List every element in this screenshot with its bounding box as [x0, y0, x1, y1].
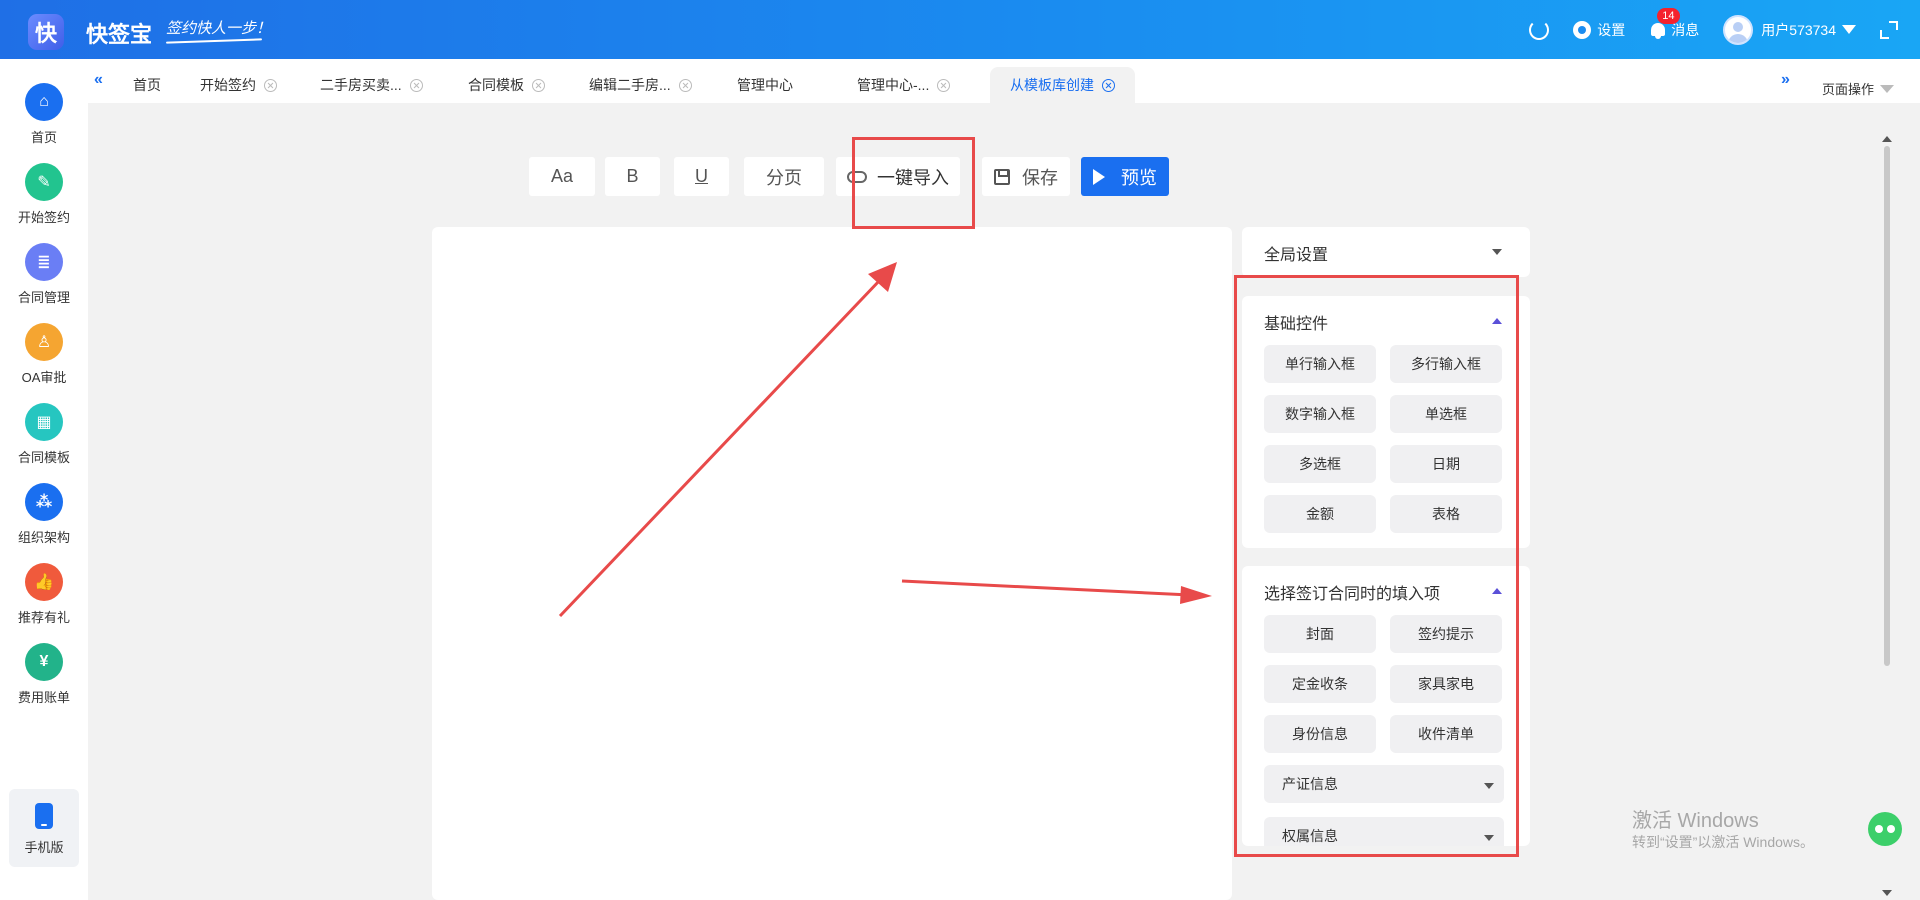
messages-badge: 14 — [1657, 7, 1680, 24]
preview-label: 预览 — [1121, 167, 1157, 188]
sidebar-item-label: 开始签约 — [17, 210, 70, 225]
tab-label: 管理中心-... — [857, 77, 930, 93]
user-menu[interactable]: 用户573734 — [1723, 14, 1856, 45]
scroll-up-icon[interactable] — [1882, 136, 1892, 142]
page-break-button[interactable]: 分页 — [744, 157, 824, 196]
tab-label: 编辑二手房... — [589, 77, 671, 93]
sidebar-item-label: 合同管理 — [17, 290, 70, 305]
sidebar-item-oa[interactable]: ♙ OA审批 — [0, 323, 88, 386]
sidebar-item-label: 费用账单 — [17, 690, 70, 705]
refresh-icon — [1529, 19, 1550, 40]
chevron-down-icon — [1880, 84, 1894, 93]
underline-label: U — [695, 166, 708, 186]
tab-admin-center-sub[interactable]: 管理中心-... — [845, 67, 962, 103]
close-icon[interactable] — [937, 78, 951, 92]
tabs-scroll-right-icon[interactable]: » — [1781, 71, 1790, 89]
org-icon: ⁂ — [25, 483, 63, 521]
tab-second-hand-contract[interactable]: 二手房买卖... — [308, 67, 435, 103]
chat-support-icon[interactable] — [1868, 812, 1902, 846]
page-operations-dropdown[interactable]: 页面操作 — [1822, 79, 1894, 98]
play-icon — [1093, 168, 1105, 185]
sidebar-item-label: 组织架构 — [17, 530, 70, 545]
app-logo[interactable]: 快 — [28, 14, 64, 50]
bill-icon: ¥ — [25, 643, 63, 681]
global-settings-panel[interactable]: 全局设置 — [1242, 227, 1530, 277]
sidebar-item-label: 推荐有礼 — [17, 610, 70, 625]
sidebar-item-label: 首页 — [30, 130, 57, 145]
sidebar-item-org[interactable]: ⁂ 组织架构 — [0, 483, 88, 546]
save-label: 保存 — [1022, 167, 1058, 188]
mobile-label: 手机版 — [24, 840, 64, 855]
tab-label: 管理中心 — [737, 77, 793, 93]
gear-icon — [1573, 20, 1592, 39]
sidebar-item-label: 合同模板 — [17, 450, 70, 465]
bold-label: B — [626, 166, 639, 186]
left-sidebar: ⌂ 首页 ✎ 开始签约 ≣ 合同管理 ♙ OA审批 ▦ 合同模板 ⁂ 组织架构 … — [0, 59, 88, 900]
sidebar-item-billing[interactable]: ¥ 费用账单 — [0, 643, 88, 706]
close-icon[interactable] — [409, 78, 423, 92]
activation-watermark-title: 激活 Windows — [1632, 810, 1759, 832]
page-break-label: 分页 — [766, 167, 802, 188]
save-icon — [994, 168, 1010, 185]
tab-start-sign[interactable]: 开始签约 — [188, 67, 289, 103]
app-slogan: 签约快人一步！ — [166, 19, 272, 37]
underline-button[interactable]: U — [674, 157, 729, 196]
tabs-scroll-left-icon[interactable]: « — [94, 71, 103, 89]
tab-label: 二手房买卖... — [320, 77, 402, 93]
sidebar-item-templates[interactable]: ▦ 合同模板 — [0, 403, 88, 466]
font-label: Aa — [550, 166, 574, 186]
global-settings-title: 全局设置 — [1264, 247, 1329, 264]
thumb-icon: 👍 — [25, 563, 63, 601]
refresh-button[interactable] — [1529, 19, 1550, 40]
save-button[interactable]: 保存 — [982, 157, 1070, 196]
tab-edit-second-hand[interactable]: 编辑二手房... — [577, 67, 704, 103]
sidebar-item-home[interactable]: ⌂ 首页 — [0, 83, 88, 146]
font-button[interactable]: Aa — [529, 157, 595, 196]
tab-label: 从模板库创建 — [1010, 77, 1094, 93]
phone-icon — [35, 803, 53, 829]
sidebar-item-start-sign[interactable]: ✎ 开始签约 — [0, 163, 88, 226]
tab-home[interactable]: 首页 — [121, 67, 173, 103]
scrollbar-thumb[interactable] — [1884, 146, 1890, 666]
mobile-version-button[interactable]: 手机版 — [9, 789, 79, 867]
messages-button[interactable]: 14 消息 — [1649, 7, 1699, 40]
bold-button[interactable]: B — [605, 157, 660, 196]
tab-contract-templates[interactable]: 合同模板 — [456, 67, 557, 103]
document-canvas[interactable] — [432, 227, 1232, 900]
tab-admin-center[interactable]: 管理中心 — [725, 67, 805, 103]
tab-label: 首页 — [133, 77, 161, 93]
close-icon[interactable] — [532, 78, 545, 92]
preview-button[interactable]: 预览 — [1081, 157, 1169, 196]
home-icon: ⌂ — [25, 83, 63, 121]
fullscreen-icon[interactable] — [1880, 20, 1898, 39]
close-icon[interactable] — [678, 78, 692, 92]
annotation-box-panel — [1234, 275, 1519, 857]
tab-create-from-template[interactable]: 从模板库创建 — [990, 67, 1135, 103]
template-icon: ▦ — [25, 403, 63, 441]
settings-button[interactable]: 设置 — [1573, 20, 1625, 40]
close-icon[interactable] — [1102, 78, 1115, 92]
chevron-down-icon — [1842, 25, 1856, 34]
avatar — [1723, 14, 1754, 45]
stamp-icon: ♙ — [25, 323, 63, 361]
tab-bar: « 首页 开始签约 二手房买卖... 合同模板 编辑二手房... 管理中心 管理… — [88, 59, 1920, 103]
close-icon[interactable] — [264, 78, 277, 92]
sidebar-item-referral[interactable]: 👍 推荐有礼 — [0, 563, 88, 626]
chevron-down-icon — [1492, 249, 1502, 255]
sign-icon: ✎ — [25, 163, 63, 201]
activation-watermark-subtitle: 转到“设置”以激活 Windows。 — [1632, 834, 1815, 850]
tab-label: 开始签约 — [200, 77, 256, 93]
sidebar-item-contracts[interactable]: ≣ 合同管理 — [0, 243, 88, 306]
settings-label: 设置 — [1597, 21, 1626, 38]
slogan-underline — [165, 38, 263, 44]
contract-icon: ≣ — [25, 243, 63, 281]
app-title: 快签宝 — [86, 22, 153, 47]
page-ops-label: 页面操作 — [1821, 82, 1874, 97]
app-header: 快 快签宝 签约快人一步！ 设置 14 消息 用户573734 — [0, 0, 1920, 59]
sidebar-item-label: OA审批 — [21, 370, 67, 385]
username: 用户573734 — [1761, 21, 1836, 38]
scroll-down-icon[interactable] — [1882, 890, 1892, 896]
tab-label: 合同模板 — [468, 77, 524, 93]
annotation-box-import — [852, 137, 975, 229]
